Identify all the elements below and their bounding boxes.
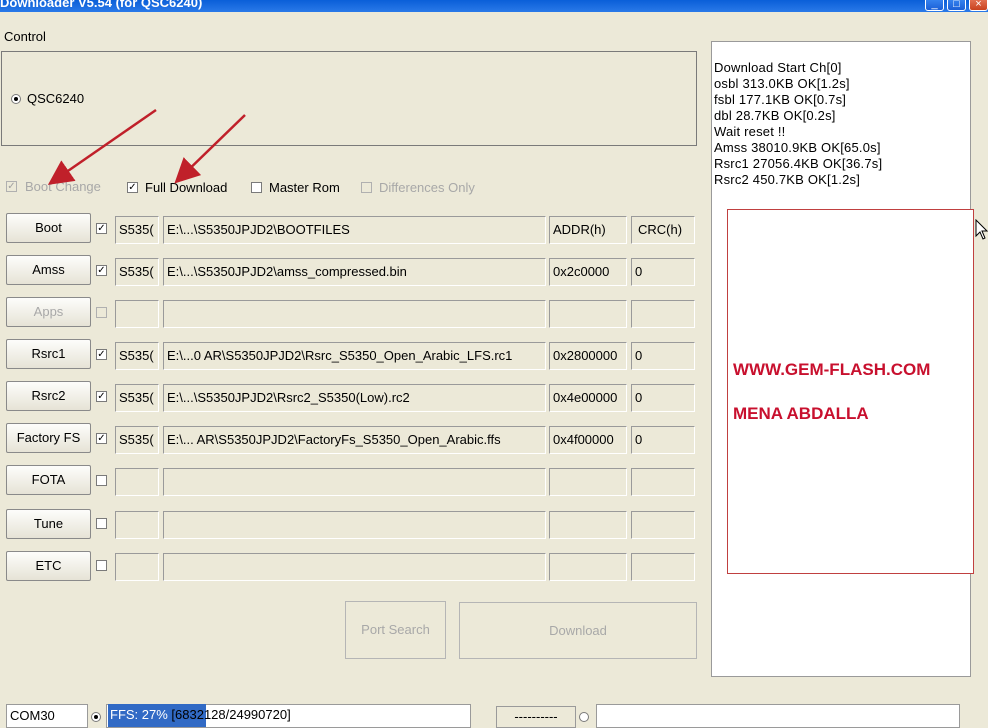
row-button-apps[interactable]: Apps — [6, 297, 91, 327]
promo-author: MENA ABDALLA — [733, 404, 869, 423]
row-short-field — [115, 553, 159, 581]
row-short-field: S535( — [115, 384, 159, 412]
row-checkbox[interactable]: ✓ — [96, 265, 107, 276]
row-crc-field: CRC(h) — [631, 216, 695, 244]
row-button-factory-fs[interactable]: Factory FS — [6, 423, 91, 453]
log-line: Rsrc2 450.7KB OK[1.2s] — [714, 172, 861, 187]
log-line: osbl 313.0KB OK[1.2s] — [714, 76, 850, 91]
window-title: Downloader V5.54 (for QSC6240) — [0, 0, 203, 10]
control-group: QSC6240 — [1, 51, 697, 146]
row-addr-field — [549, 553, 627, 581]
row-addr-field: 0x4f00000 — [549, 426, 627, 454]
row-button-fota[interactable]: FOTA — [6, 465, 91, 495]
progress-detail: [6832128/24990720] — [167, 707, 291, 722]
row-path-field[interactable]: E:\...\S5350JPJD2\amss_compressed.bin — [163, 258, 546, 286]
title-bar: Downloader V5.54 (for QSC6240) _ □ × — [0, 0, 988, 12]
boot-change-label: Boot Change — [25, 179, 101, 194]
row-short-field: S535( — [115, 258, 159, 286]
minimize-button[interactable]: _ — [925, 0, 944, 11]
row-addr-field — [549, 300, 627, 328]
row-checkbox[interactable]: ✓ — [96, 349, 107, 360]
row-button-tune[interactable]: Tune — [6, 509, 91, 539]
row-crc-field — [631, 553, 695, 581]
row-path-field[interactable]: E:\... AR\S5350JPJD2\FactoryFs_S5350_Ope… — [163, 426, 546, 454]
row-addr-field: 0x2c0000 — [549, 258, 627, 286]
second-progress-field — [596, 704, 960, 728]
progress-text: FFS: 27% [6832128/24990720] — [110, 707, 291, 722]
close-button[interactable]: × — [969, 0, 988, 11]
control-group-label: Control — [4, 29, 46, 44]
row-addr-field: 0x2800000 — [549, 342, 627, 370]
row-path-field[interactable]: E:\...\S5350JPJD2\BOOTFILES — [163, 216, 546, 244]
row-path-field[interactable]: E:\...\S5350JPJD2\Rsrc2_S5350(Low).rc2 — [163, 384, 546, 412]
log-line: fsbl 177.1KB OK[0.7s] — [714, 92, 847, 107]
row-addr-field — [549, 511, 627, 539]
row-crc-field: 0 — [631, 426, 695, 454]
second-port-field[interactable]: ---------- — [496, 706, 576, 728]
full-download-label: Full Download — [145, 180, 228, 195]
com-port-field[interactable]: COM30 — [6, 704, 88, 728]
row-crc-field — [631, 468, 695, 496]
second-port-radio[interactable] — [579, 712, 589, 722]
log-line: Rsrc1 27056.4KB OK[36.7s] — [714, 156, 883, 171]
row-crc-field: 0 — [631, 258, 695, 286]
log-line: Wait reset !! — [714, 124, 786, 139]
row-path-field[interactable] — [163, 553, 546, 581]
row-short-field: S535( — [115, 216, 159, 244]
row-short-field — [115, 468, 159, 496]
row-crc-field: 0 — [631, 384, 695, 412]
row-checkbox[interactable] — [96, 475, 107, 486]
row-button-rsrc2[interactable]: Rsrc2 — [6, 381, 91, 411]
row-short-field — [115, 300, 159, 328]
row-checkbox[interactable] — [96, 307, 107, 318]
chip-radio-label: QSC6240 — [27, 91, 85, 106]
row-crc-field — [631, 511, 695, 539]
row-path-field[interactable] — [163, 300, 546, 328]
row-short-field: S535( — [115, 426, 159, 454]
differences-only-checkbox[interactable] — [361, 182, 372, 193]
log-line: dbl 28.7KB OK[0.2s] — [714, 108, 836, 123]
row-button-amss[interactable]: Amss — [6, 255, 91, 285]
log-line: Download Start Ch[0] — [714, 60, 842, 75]
row-checkbox[interactable] — [96, 518, 107, 529]
chip-radio[interactable] — [11, 94, 21, 104]
maximize-button[interactable]: □ — [947, 0, 966, 11]
row-button-rsrc1[interactable]: Rsrc1 — [6, 339, 91, 369]
row-crc-field — [631, 300, 695, 328]
download-button[interactable]: Download — [459, 602, 697, 659]
row-path-field[interactable] — [163, 511, 546, 539]
log-line: Amss 38010.9KB OK[65.0s] — [714, 140, 881, 155]
mouse-cursor-icon — [975, 219, 988, 240]
promo-website: WWW.GEM-FLASH.COM — [733, 360, 931, 379]
row-crc-field: 0 — [631, 342, 695, 370]
promo-box: WWW.GEM-FLASH.COM MENA ABDALLA — [727, 209, 974, 574]
log-lines: Download Start Ch[0] osbl 313.0KB OK[1.2s… — [714, 60, 882, 188]
row-checkbox[interactable]: ✓ — [96, 433, 107, 444]
progress-label: FFS: 27% — [110, 707, 168, 722]
full-download-checkbox[interactable]: ✓ — [127, 182, 138, 193]
row-button-etc[interactable]: ETC — [6, 551, 91, 581]
row-path-field[interactable] — [163, 468, 546, 496]
row-checkbox[interactable]: ✓ — [96, 223, 107, 234]
row-path-field[interactable]: E:\...0 AR\S5350JPJD2\Rsrc_S5350_Open_Ar… — [163, 342, 546, 370]
row-addr-field: ADDR(h) — [549, 216, 627, 244]
row-button-boot[interactable]: Boot — [6, 213, 91, 243]
row-short-field: S535( — [115, 342, 159, 370]
boot-change-checkbox[interactable]: ✓ — [6, 181, 17, 192]
master-rom-label: Master Rom — [269, 180, 340, 195]
row-checkbox[interactable] — [96, 560, 107, 571]
differences-only-label: Differences Only — [379, 180, 475, 195]
master-rom-checkbox[interactable] — [251, 182, 262, 193]
row-checkbox[interactable]: ✓ — [96, 391, 107, 402]
row-addr-field — [549, 468, 627, 496]
port-search-button[interactable]: Port Search — [345, 601, 446, 659]
row-short-field — [115, 511, 159, 539]
row-addr-field: 0x4e00000 — [549, 384, 627, 412]
port-radio[interactable] — [91, 712, 101, 722]
